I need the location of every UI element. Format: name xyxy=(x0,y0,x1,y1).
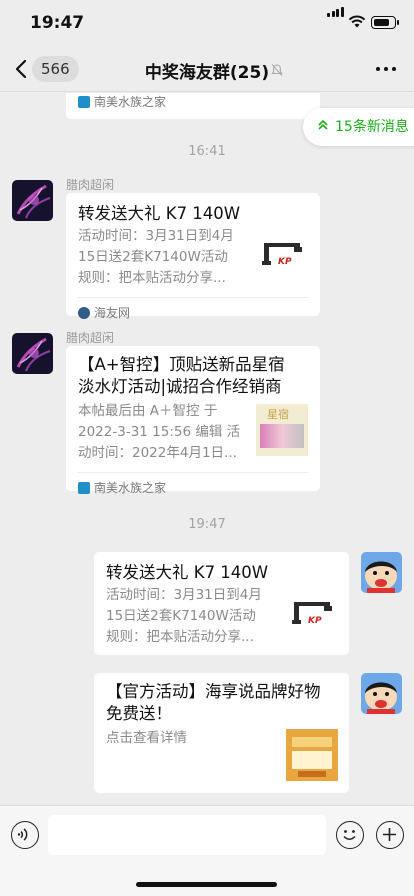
card-desc: 活动时间：3月31日到4月 15日送2套K7140W活动 规则：把本贴活动分享... xyxy=(78,228,234,286)
card-thumbnail: KP xyxy=(256,231,308,283)
link-card-partial[interactable]: 南美水族之家 xyxy=(66,93,320,119)
card-source: 南美水族之家 xyxy=(78,93,308,110)
home-indicator xyxy=(136,882,277,887)
card-desc: 本帖最后由 A＋智控 于 2022-3-31 15:56 编辑 活动时间：2022… xyxy=(78,403,241,461)
chat-title: 中奖海友群(25) xyxy=(144,63,270,83)
nav-bar: 566 中奖海友群(25) xyxy=(0,46,414,92)
sender-name: 腊肉超闲 xyxy=(66,178,115,192)
card-title: 转发送大礼 K7 140W xyxy=(106,563,269,582)
link-card[interactable]: 转发送大礼 K7 140W 活动时间：3月31日到4月 15日送2套K7140W活… xyxy=(94,552,349,655)
battery-icon xyxy=(371,16,399,29)
plus-icon[interactable] xyxy=(376,821,404,849)
thumb-brand-label: 星宿 xyxy=(267,408,289,421)
status-bar: 19:47 xyxy=(0,0,414,46)
chat-area: 南美水族之家 15条新消息 16:41 腊肉超闲 转发送大礼 K7 140W 活… xyxy=(0,93,414,805)
time-divider: 16:41 xyxy=(188,144,226,159)
wifi-icon xyxy=(348,15,366,28)
card-thumbnail: 星宿 xyxy=(256,404,308,456)
card-source: 南美水族之家 xyxy=(78,472,308,496)
link-card[interactable]: 【A+智控】顶贴送新品星宿 淡水灯活动|诚招合作经销商 本帖最后由 A＋智控 于2… xyxy=(66,346,320,495)
card-title: 【官方活动】海享说品牌好物 免费送！ xyxy=(106,682,321,723)
sender-name: 腊肉超闲 xyxy=(66,331,115,345)
card-thumbnail xyxy=(286,729,338,781)
card-desc: 点击查看详情 xyxy=(106,730,187,746)
source-icon xyxy=(78,482,90,494)
link-card[interactable]: 【官方活动】海享说品牌好物 免费送！ 点击查看详情 xyxy=(94,673,349,793)
link-card[interactable]: 转发送大礼 K7 140W 活动时间：3月31日到4月 15日送2套K7140W活… xyxy=(66,193,320,320)
input-bar xyxy=(0,805,414,896)
more-icon[interactable] xyxy=(376,67,396,72)
emoji-icon[interactable] xyxy=(336,821,364,849)
card-desc: 活动时间：3月31日到4月 15日送2套K7140W活动 规则：把本贴活动分享... xyxy=(106,587,262,645)
message-input[interactable] xyxy=(48,815,326,855)
voice-icon[interactable] xyxy=(11,821,39,849)
thumb-brand-label: KP xyxy=(308,616,322,626)
avatar[interactable] xyxy=(12,333,53,374)
new-messages-button[interactable]: 15条新消息 xyxy=(303,108,414,146)
card-source: 海友网 xyxy=(78,297,308,321)
my-avatar[interactable] xyxy=(361,673,402,714)
source-icon xyxy=(78,307,90,319)
my-avatar[interactable] xyxy=(361,552,402,593)
card-thumbnail: KP xyxy=(286,590,338,642)
mute-icon xyxy=(271,64,283,76)
status-time: 19:47 xyxy=(30,13,85,33)
time-divider: 19:47 xyxy=(188,517,226,532)
double-chevron-up-icon xyxy=(318,119,328,130)
source-icon xyxy=(78,96,90,108)
card-title: 转发送大礼 K7 140W xyxy=(78,204,241,223)
thumb-brand-label: KP xyxy=(278,257,292,267)
card-title: 【A+智控】顶贴送新品星宿 淡水灯活动|诚招合作经销商 xyxy=(78,355,285,396)
avatar[interactable] xyxy=(12,180,53,221)
